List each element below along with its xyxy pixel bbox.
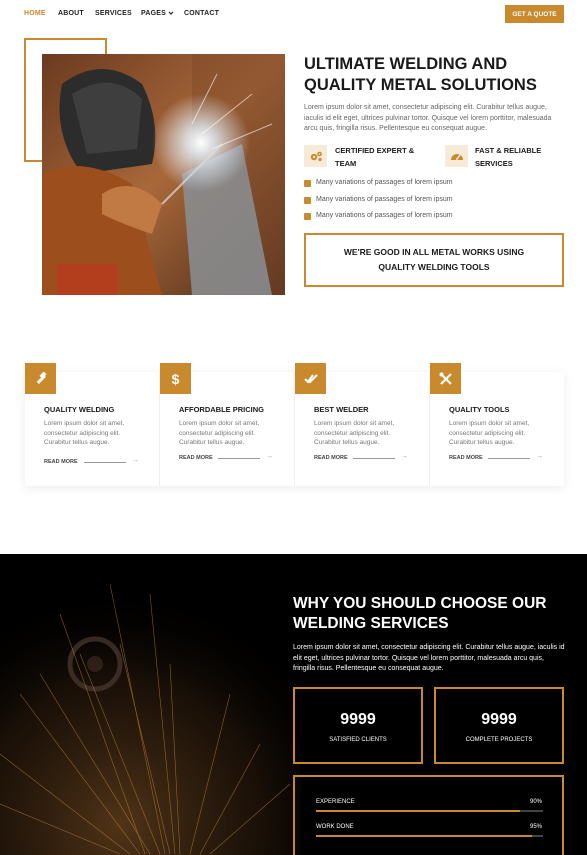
- skill-label: EXPERIENCE: [316, 799, 355, 805]
- arrow-right-icon: →: [401, 453, 408, 460]
- service-text: Lorem ipsum dolor sit amet, consectetur …: [449, 420, 530, 446]
- divider: [488, 458, 530, 459]
- highlight-box: WE'RE GOOD IN ALL METAL WORKS USING QUAL…: [304, 233, 564, 287]
- top-navigation: HOME ABOUT SERVICES PAGES CONTACT GET A …: [0, 0, 587, 30]
- feature-certified-line2: TEAM: [335, 158, 357, 168]
- service-text: Lorem ipsum dolor sit amet, consectetur …: [179, 420, 260, 446]
- service-card-quality-tools[interactable]: QUALITY TOOLS Lorem ipsum dolor sit amet…: [430, 363, 564, 486]
- checklist-item: Many variations of passages of lorem ips…: [316, 212, 453, 219]
- read-more-link[interactable]: READ MORE: [179, 455, 213, 461]
- nav-pages[interactable]: PAGES: [141, 10, 174, 17]
- checkbox-icon: [304, 213, 311, 220]
- checklist-item: Many variations of passages of lorem ips…: [316, 179, 453, 186]
- service-title: BEST WELDER: [314, 405, 369, 414]
- stat-complete-projects: 9999 COMPLETE PROJECTS: [434, 687, 564, 764]
- why-title: WHY YOU SHOULD CHOOSE OUR WELDING SERVIC…: [293, 595, 547, 632]
- welder-photo: [42, 54, 285, 295]
- divider: [218, 458, 260, 459]
- service-card-affordable-pricing[interactable]: $ AFFORDABLE PRICING Lorem ipsum dolor s…: [160, 363, 295, 486]
- feature-fast-line2: SERVICES: [475, 158, 513, 168]
- service-title: QUALITY TOOLS: [449, 405, 510, 414]
- double-check-icon: [295, 363, 326, 394]
- service-text: Lorem ipsum dolor sit amet, consectetur …: [44, 420, 125, 446]
- nav-about[interactable]: ABOUT: [58, 10, 84, 17]
- arrow-right-icon: →: [132, 457, 139, 464]
- welder-illustration: [42, 54, 285, 295]
- services-cards: QUALITY WELDING Lorem ipsum dolor sit am…: [25, 363, 564, 486]
- highlight-line1: WE'RE GOOD IN ALL METAL WORKS USING: [343, 247, 525, 257]
- sparks-background-image: [0, 554, 300, 855]
- divider: [353, 458, 395, 459]
- why-choose-section: WHY YOU SHOULD CHOOSE OUR WELDING SERVIC…: [0, 554, 587, 855]
- highlight-line2: QUALITY WELDING TOOLS: [378, 262, 490, 272]
- chevron-down-icon: [168, 11, 174, 16]
- stat-satisfied-clients: 9999 SATISFIED CLIENTS: [293, 687, 423, 764]
- read-more-link[interactable]: READ MORE: [449, 455, 483, 461]
- skill-progress-bar: [316, 835, 543, 837]
- service-title: QUALITY WELDING: [44, 405, 115, 414]
- why-paragraph: Lorem ipsum dolor sit amet, consectetur …: [293, 644, 565, 672]
- checkbox-icon: [304, 180, 311, 187]
- nav-pages-label: PAGES: [141, 10, 166, 17]
- feature-fast-line1: FAST & RELIABLE: [475, 146, 542, 155]
- stat-label: SATISFIED CLIENTS: [329, 737, 387, 743]
- gears-icon: [304, 145, 327, 167]
- dollar-icon: $: [160, 363, 191, 394]
- skills-box: EXPERIENCE 90% WORK DONE 95%: [293, 775, 564, 855]
- read-more-link[interactable]: READ MORE: [314, 455, 348, 461]
- get-quote-button[interactable]: GET A QUOTE: [505, 5, 564, 23]
- hero-title: ULTIMATE WELDING AND QUALITY METAL SOLUT…: [304, 55, 537, 94]
- stat-number: 9999: [481, 711, 517, 728]
- arrow-right-icon: →: [266, 453, 273, 460]
- stat-number: 9999: [340, 711, 376, 728]
- service-card-best-welder[interactable]: BEST WELDER Lorem ipsum dolor sit amet, …: [295, 363, 430, 486]
- speedometer-icon: [445, 145, 468, 167]
- checklist-item: Many variations of passages of lorem ips…: [316, 196, 453, 203]
- skill-percent: 90%: [529, 799, 542, 805]
- hammer-icon: [25, 363, 56, 394]
- feature-certified-line1: CERTIFIED EXPERT &: [335, 146, 415, 155]
- nav-contact[interactable]: CONTACT: [184, 10, 219, 17]
- skill-progress-fill: [316, 810, 521, 812]
- divider: [84, 462, 126, 463]
- arrow-right-icon: →: [536, 453, 543, 460]
- skill-progress-bar: [316, 810, 543, 812]
- stat-label: COMPLETE PROJECTS: [465, 737, 533, 743]
- service-card-quality-welding[interactable]: QUALITY WELDING Lorem ipsum dolor sit am…: [25, 363, 160, 486]
- skill-label: WORK DONE: [316, 824, 354, 830]
- service-text: Lorem ipsum dolor sit amet, consectetur …: [314, 420, 395, 446]
- feature-fast: FAST & RELIABLE SERVICES: [475, 145, 541, 170]
- hero-paragraph: Lorem ipsum dolor sit amet, consectetur …: [304, 104, 552, 132]
- nav-services[interactable]: SERVICES: [95, 10, 132, 17]
- checkbox-icon: [304, 197, 311, 204]
- feature-certified: CERTIFIED EXPERT & TEAM: [335, 145, 414, 170]
- nav-home[interactable]: HOME: [24, 10, 46, 17]
- skill-progress-fill: [316, 835, 532, 837]
- service-title: AFFORDABLE PRICING: [179, 405, 264, 414]
- tools-icon: [430, 363, 461, 394]
- read-more-link[interactable]: READ MORE: [44, 459, 78, 465]
- skill-percent: 95%: [529, 824, 542, 830]
